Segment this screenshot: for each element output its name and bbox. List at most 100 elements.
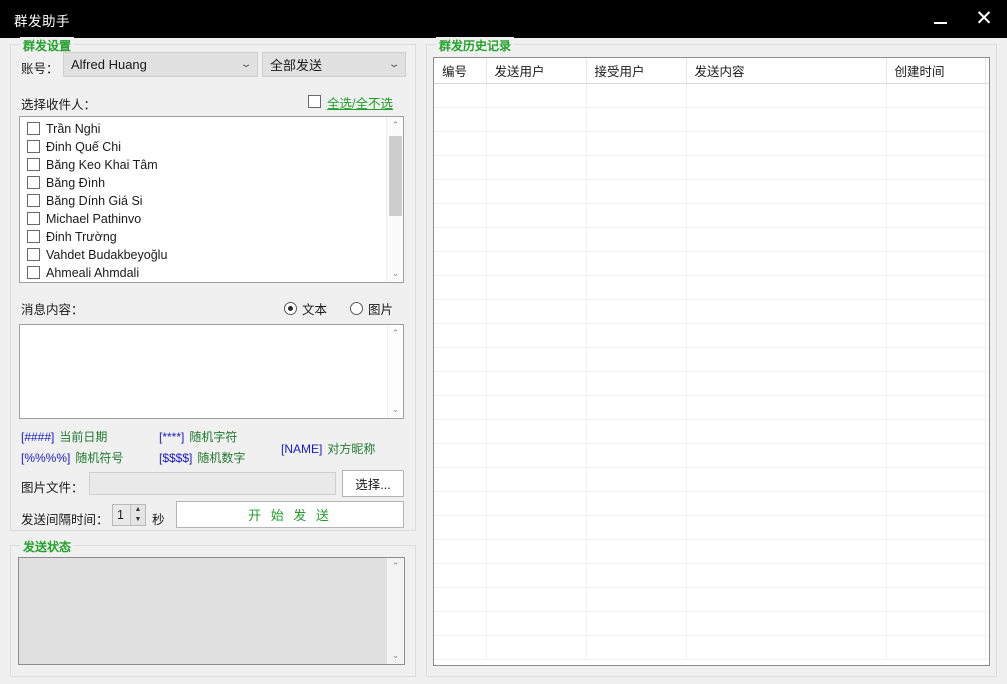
table-cell[interactable] [486, 515, 586, 539]
table-cell[interactable] [886, 251, 985, 275]
table-cell[interactable] [985, 227, 990, 251]
table-cell[interactable] [586, 371, 686, 395]
column-header[interactable]: 创建时间 [886, 58, 985, 83]
table-cell[interactable] [686, 155, 886, 179]
table-cell[interactable] [586, 395, 686, 419]
token-nickname[interactable]: [NAME]对方昵称 [281, 440, 375, 457]
table-cell[interactable] [886, 203, 985, 227]
table-cell[interactable] [486, 491, 586, 515]
recipient-checkbox[interactable] [27, 194, 40, 207]
table-cell[interactable] [486, 83, 586, 107]
select-all-checkbox[interactable] [308, 95, 321, 108]
table-row[interactable] [434, 371, 990, 395]
column-header[interactable] [985, 58, 990, 83]
recipients-scrollbar[interactable]: ⌃ ⌄ [386, 117, 403, 282]
table-cell[interactable] [686, 443, 886, 467]
table-cell[interactable] [486, 587, 586, 611]
table-cell[interactable] [985, 371, 990, 395]
table-cell[interactable] [686, 251, 886, 275]
table-cell[interactable] [434, 83, 486, 107]
list-item[interactable]: Băng Dính Giá Si [20, 192, 386, 210]
table-cell[interactable] [586, 275, 686, 299]
list-item[interactable]: Vahdet Budakbeyoğlu [20, 246, 386, 264]
scroll-down-icon[interactable]: ⌄ [387, 265, 404, 282]
close-button[interactable]: ✕ [963, 0, 1005, 38]
table-cell[interactable] [686, 515, 886, 539]
list-item[interactable]: Trần Nghi [20, 120, 386, 138]
table-cell[interactable] [434, 131, 486, 155]
table-cell[interactable] [434, 299, 486, 323]
table-cell[interactable] [886, 395, 985, 419]
status-scroll-track[interactable]: ⌃ ⌄ [387, 558, 404, 664]
table-cell[interactable] [486, 635, 586, 659]
list-item[interactable]: Đinh Trường [20, 228, 386, 246]
table-cell[interactable] [985, 323, 990, 347]
message-textarea[interactable]: ⌃ ⌄ [19, 324, 404, 419]
table-cell[interactable] [686, 227, 886, 251]
table-cell[interactable] [985, 83, 990, 107]
scroll-down-icon[interactable]: ⌄ [387, 401, 404, 418]
minimize-button[interactable] [919, 0, 961, 38]
table-cell[interactable] [886, 275, 985, 299]
table-cell[interactable] [434, 227, 486, 251]
table-cell[interactable] [686, 539, 886, 563]
table-row[interactable] [434, 395, 990, 419]
table-cell[interactable] [985, 347, 990, 371]
table-cell[interactable] [586, 419, 686, 443]
scroll-up-icon[interactable]: ⌃ [387, 558, 404, 575]
table-cell[interactable] [486, 443, 586, 467]
token-random-symbol[interactable]: [%%%%]随机符号 [21, 449, 123, 466]
table-cell[interactable] [486, 395, 586, 419]
table-cell[interactable] [486, 539, 586, 563]
table-cell[interactable] [586, 443, 686, 467]
table-cell[interactable] [886, 443, 985, 467]
table-row[interactable] [434, 611, 990, 635]
table-cell[interactable] [434, 371, 486, 395]
table-cell[interactable] [686, 323, 886, 347]
table-cell[interactable] [486, 179, 586, 203]
status-textarea[interactable]: ⌃ ⌄ [18, 557, 405, 665]
radio-text-option[interactable]: 文本 [284, 299, 327, 318]
table-row[interactable] [434, 107, 990, 131]
recipient-checkbox[interactable] [27, 266, 40, 279]
table-cell[interactable] [434, 539, 486, 563]
table-cell[interactable] [985, 587, 990, 611]
table-cell[interactable] [486, 227, 586, 251]
table-cell[interactable] [686, 299, 886, 323]
table-cell[interactable] [985, 443, 990, 467]
table-cell[interactable] [486, 611, 586, 635]
list-item[interactable]: Ahmeali Ahmdali [20, 264, 386, 282]
token-random-char[interactable]: [****]随机字符 [159, 428, 237, 445]
table-cell[interactable] [486, 323, 586, 347]
recipient-checkbox[interactable] [27, 248, 40, 261]
table-cell[interactable] [985, 131, 990, 155]
table-cell[interactable] [686, 107, 886, 131]
table-cell[interactable] [434, 107, 486, 131]
table-row[interactable] [434, 251, 990, 275]
interval-spinner[interactable]: 1 ▲ ▼ [112, 504, 146, 526]
table-cell[interactable] [486, 563, 586, 587]
table-cell[interactable] [434, 611, 486, 635]
spin-down-icon[interactable]: ▼ [131, 515, 145, 525]
table-cell[interactable] [686, 203, 886, 227]
table-cell[interactable] [586, 491, 686, 515]
table-cell[interactable] [586, 107, 686, 131]
table-cell[interactable] [586, 131, 686, 155]
table-row[interactable] [434, 155, 990, 179]
table-cell[interactable] [586, 299, 686, 323]
recipient-checkbox[interactable] [27, 176, 40, 189]
table-row[interactable] [434, 83, 990, 107]
image-file-input[interactable] [89, 472, 336, 495]
table-cell[interactable] [985, 539, 990, 563]
status-scrollbar[interactable]: ⌃ ⌄ [387, 558, 404, 664]
table-cell[interactable] [686, 419, 886, 443]
table-cell[interactable] [686, 275, 886, 299]
send-mode-combo[interactable]: 全部发送 ⌄ [262, 52, 406, 77]
table-cell[interactable] [434, 155, 486, 179]
table-row[interactable] [434, 227, 990, 251]
table-cell[interactable] [886, 491, 985, 515]
recipients-listbox[interactable]: Trần NghiĐinh Quế ChiBăng Keo Khai TâmBă… [19, 116, 404, 283]
table-cell[interactable] [486, 155, 586, 179]
scroll-down-icon[interactable]: ⌄ [387, 647, 404, 664]
table-cell[interactable] [686, 347, 886, 371]
